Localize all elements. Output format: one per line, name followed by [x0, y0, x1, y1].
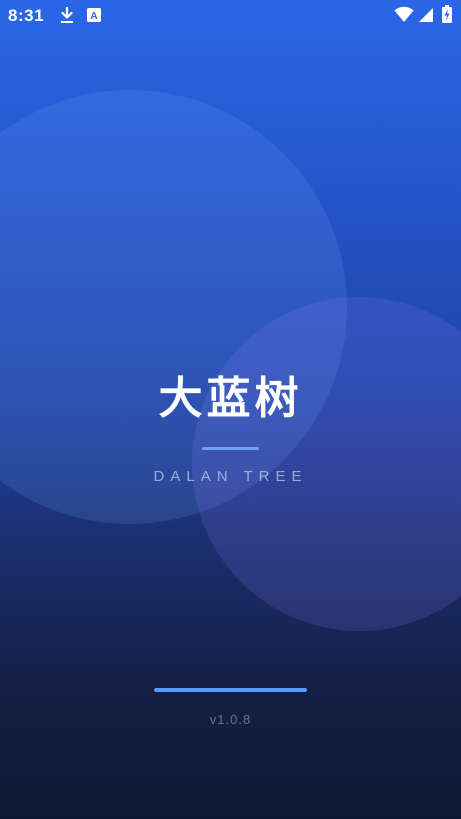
download-icon	[61, 7, 73, 23]
app-title: 大蓝树	[158, 373, 303, 424]
app-a-icon: A	[87, 8, 101, 22]
title-divider	[202, 447, 259, 450]
app-version: v1.0.8	[209, 712, 252, 727]
wifi-icon	[394, 6, 414, 22]
status-bar: 8:31 A	[0, 0, 461, 32]
signal-icon	[419, 8, 433, 22]
splash-screen: 8:31 A 大蓝树 DALAN TREE v1.0.8	[0, 0, 461, 819]
loading-progress-fill	[154, 688, 307, 692]
battery-charging-icon	[442, 5, 452, 23]
app-subtitle: DALAN TREE	[153, 468, 308, 485]
loading-progress-bar	[154, 688, 307, 692]
status-time: 8:31	[8, 6, 45, 25]
app-a-letter: A	[90, 11, 97, 22]
